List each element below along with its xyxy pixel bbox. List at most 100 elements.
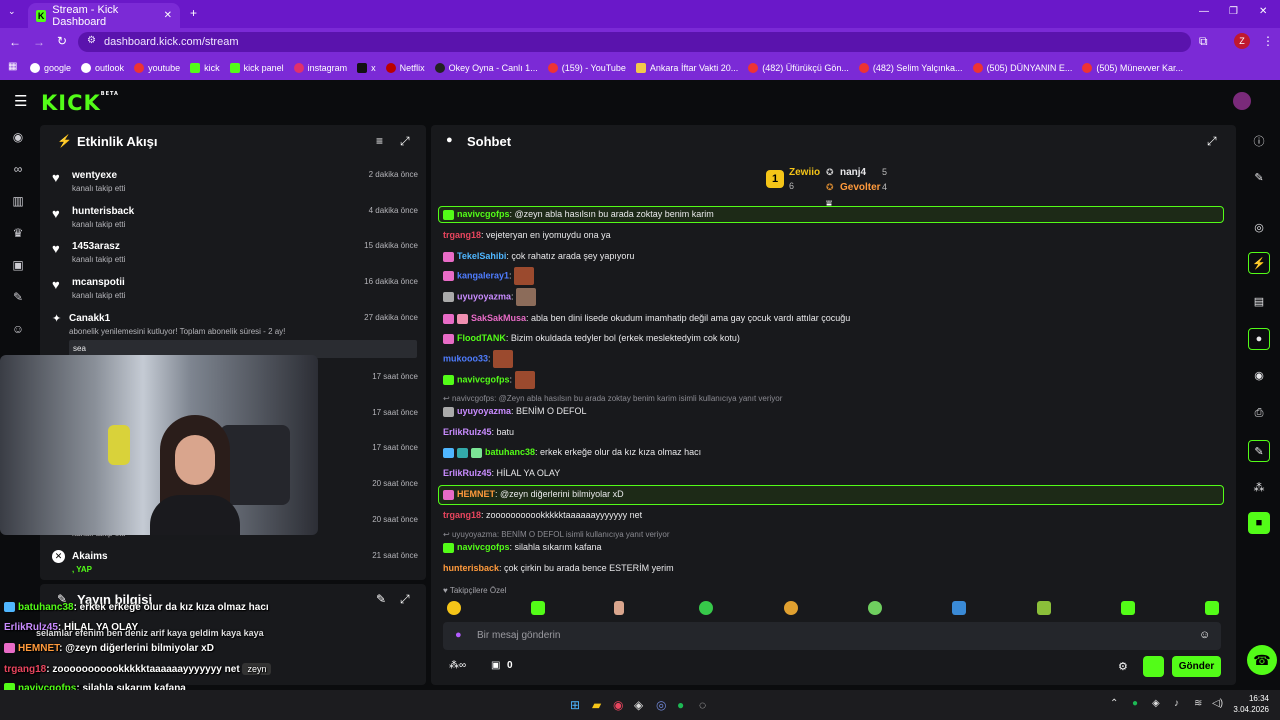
chat-input[interactable]: ● Bir mesaj gönderin ☺ (443, 622, 1221, 650)
bookmark-netflix[interactable]: Netflix (385, 63, 425, 73)
chat-username[interactable]: navivcgofps (457, 209, 510, 219)
close-tab-icon[interactable]: ✕ (164, 10, 172, 21)
back-icon[interactable]: ← (9, 35, 21, 49)
hamburger-menu-icon[interactable]: ☰ (14, 92, 27, 110)
leader-third-name[interactable]: Gevolter (840, 182, 881, 193)
mic-icon[interactable]: ● (455, 629, 462, 641)
chat-username[interactable]: uyuyoyazma (457, 291, 511, 301)
settings-gear-icon[interactable]: ⚙ (1118, 660, 1128, 673)
forward-icon[interactable]: → (33, 35, 45, 49)
wrench-icon[interactable]: ✎ (11, 290, 25, 304)
emote-quick-2[interactable] (531, 601, 545, 615)
bookmark-google[interactable]: google (30, 63, 71, 73)
chat-username[interactable]: batuhanc38 (485, 447, 535, 457)
analytics-icon[interactable]: ▥ (11, 194, 25, 208)
leader-first-name[interactable]: Zewiio (789, 167, 820, 178)
activity-item-subscription[interactable]: ✦ Canakk1 abonelik yenilemesini kutluyor… (44, 310, 424, 358)
bookmark-kick[interactable]: kick (190, 63, 220, 73)
explorer-icon[interactable]: ▰ (592, 698, 601, 712)
broadcast-toggle-icon[interactable]: ◉ (1248, 364, 1270, 386)
edit-icon[interactable]: ✎ (1248, 166, 1270, 188)
obs-icon[interactable]: ◌ (699, 698, 706, 712)
chat-username[interactable]: FloodTANK (457, 333, 506, 343)
info-icon[interactable]: ⓘ (1248, 130, 1270, 152)
bookmark-kick-panel[interactable]: kick panel (229, 63, 284, 73)
popout-icon[interactable]: ⤢ (400, 592, 410, 607)
emote-quick-4[interactable] (699, 601, 713, 615)
tray-chevron-icon[interactable]: ⌃ (1110, 698, 1118, 709)
mod-tools-icon[interactable] (1143, 656, 1164, 677)
bookmark-youtube-6[interactable]: (505) Münevver Kar... (1082, 63, 1183, 73)
bookmark-outlook[interactable]: outlook (81, 63, 124, 73)
chat-username[interactable]: kangaleray1 (457, 270, 509, 280)
chat-username[interactable]: ErlikRulz45 (443, 468, 492, 478)
broadcast-icon[interactable]: ◉ (11, 130, 25, 144)
activity-item[interactable]: ♥ mcanspotii kanalı takip etti 16 dakika… (44, 275, 424, 305)
chat-username[interactable]: uyuyoyazma (457, 406, 511, 416)
tab-search-icon[interactable]: ⌄ (8, 6, 16, 17)
kick-logo[interactable]: KICKBETA (41, 91, 119, 115)
link-icon[interactable]: ∞ (11, 162, 25, 176)
chat-username[interactable]: ErlikRulz45 (443, 427, 492, 437)
user-avatar[interactable] (1233, 92, 1251, 110)
popout-icon[interactable]: ⤢ (400, 134, 410, 149)
bookmark-youtube[interactable]: youtube (134, 63, 180, 73)
chat-username[interactable]: TekelSahibi (457, 251, 506, 261)
steam-icon[interactable]: ◈ (634, 698, 643, 712)
chat-username[interactable]: trgang18 (443, 230, 481, 240)
activity-item[interactable]: ♥ 1453arasz kanalı takip etti 15 dakika … (44, 239, 424, 269)
clock-date[interactable]: 3.04.2026 (1227, 705, 1269, 714)
reload-icon[interactable]: ↻ (57, 34, 67, 48)
emote-quick-3[interactable] (614, 601, 624, 615)
chrome-icon[interactable]: ◉ (613, 698, 623, 712)
emote-quick-8[interactable] (1037, 601, 1051, 615)
profile-avatar[interactable]: Z (1234, 33, 1250, 49)
support-headset-icon[interactable]: ☎ (1247, 645, 1277, 675)
menu-dots-icon[interactable]: ⋮ (1262, 34, 1274, 48)
bookmark-youtube-4[interactable]: (482) Selim Yalçınka... (858, 63, 963, 73)
start-icon[interactable]: ⊞ (570, 698, 580, 712)
send-button[interactable]: Gönder (1172, 656, 1221, 677)
bookmark-youtube-3[interactable]: (482) Üfürükçü Gön... (748, 63, 849, 73)
bookmark-youtube-2[interactable]: (159) - YouTube (547, 63, 626, 73)
url-input[interactable]: ⚙ dashboard.kick.com/stream (78, 32, 1191, 52)
reply-reference[interactable]: ↩ uyuyoyazma: BENİM O DEFOL isimli kulla… (443, 530, 669, 539)
clock-time[interactable]: 16:34 (1233, 694, 1269, 703)
emote-quick-1[interactable] (447, 601, 461, 615)
maximize-icon[interactable]: ❐ (1229, 6, 1238, 17)
apps-grid-icon[interactable]: ▦ (8, 61, 17, 72)
popout-icon[interactable]: ⤢ (1207, 134, 1217, 149)
chat-toggle-icon[interactable]: ● (1248, 328, 1270, 350)
discord-icon[interactable]: ◎ (656, 698, 666, 712)
activity-item[interactable]: ♥ wentyexe kanalı takip etti 2 dakika ön… (44, 168, 424, 198)
tab-kick-dashboard[interactable]: K Stream - Kick Dashboard ✕ (28, 3, 180, 28)
trophy-icon[interactable]: ♛ (11, 226, 25, 240)
bookmark-okey[interactable]: Okey Oyna - Canlı 1... (434, 63, 538, 73)
chat-username[interactable]: navivcgofps (457, 374, 510, 384)
site-info-icon[interactable]: ⚙ (87, 35, 96, 46)
kick-bot-icon[interactable]: ■ (1248, 512, 1270, 534)
users-icon[interactable]: ☺ (11, 322, 25, 336)
emote-quick-9[interactable] (1121, 601, 1135, 615)
tray-app-icon[interactable]: ● (1132, 698, 1138, 709)
reply-reference[interactable]: ↩ navivcgofps: @Zeyn abla hasılsın bu ar… (443, 394, 782, 403)
emote-quick-5[interactable] (784, 601, 798, 615)
emoji-icon[interactable]: ☺ (1199, 629, 1210, 641)
chat-username[interactable]: SakSakMusa (471, 313, 526, 323)
tray-mic-icon[interactable]: ♪ (1174, 698, 1179, 709)
activity-item[interactable]: ✕ Akaims , YAP 21 saat önce (44, 549, 424, 577)
leader-second-name[interactable]: nanj4 (840, 167, 866, 178)
capture-icon[interactable]: ◎ (1248, 216, 1270, 238)
spotify-icon[interactable]: ● (677, 698, 684, 712)
wrench-toggle-icon[interactable]: ✎ (1248, 440, 1270, 462)
store-icon[interactable]: ▣ (491, 660, 500, 671)
notes-icon[interactable]: ▤ (1248, 290, 1270, 312)
tray-steam-icon[interactable]: ◈ (1152, 698, 1160, 709)
emote-quick-10[interactable] (1205, 601, 1219, 615)
extensions-icon[interactable]: ⧉ (1199, 34, 1208, 49)
chat-username[interactable]: mukooo33 (443, 353, 488, 363)
filter-icon[interactable]: ≡ (376, 134, 383, 148)
chat-username[interactable]: HEMNET (457, 489, 495, 499)
emote-quick-6[interactable] (868, 601, 882, 615)
group-icon[interactable]: ⁂ (1248, 476, 1270, 498)
